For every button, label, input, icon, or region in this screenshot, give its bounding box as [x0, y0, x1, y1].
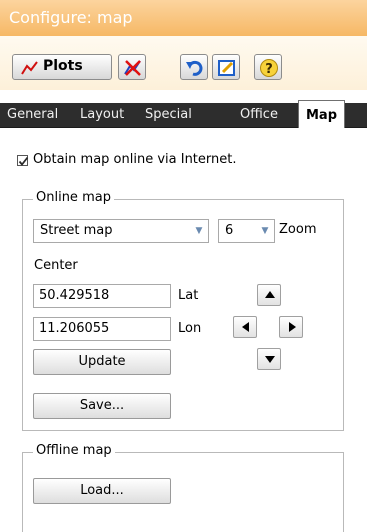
pan-up-button[interactable]	[257, 284, 281, 306]
arrow-up-icon	[265, 291, 275, 298]
remove-plot-icon	[124, 60, 141, 76]
lon-label: Lon	[178, 321, 202, 336]
undo-button[interactable]	[180, 54, 208, 80]
edit-icon	[218, 60, 235, 76]
tab-special[interactable]: Special	[145, 103, 192, 127]
plots-button[interactable]: Plots	[12, 54, 112, 80]
latitude-input[interactable]: 50.429518	[33, 284, 171, 308]
toolbar: Plots ?	[0, 36, 367, 90]
center-label: Center	[34, 258, 78, 273]
online-map-legend: Online map	[33, 190, 114, 205]
chevron-down-icon: ▼	[256, 220, 274, 242]
offline-map-legend: Offline map	[33, 443, 115, 458]
tab-map[interactable]: Map	[298, 100, 346, 128]
pan-down-button[interactable]	[257, 348, 281, 370]
edit-button[interactable]	[212, 54, 240, 80]
longitude-input[interactable]: 11.206055	[33, 317, 171, 341]
map-type-select[interactable]: Street map ▼	[33, 219, 209, 243]
pan-left-button[interactable]	[233, 316, 257, 338]
chart-line-icon	[21, 61, 38, 75]
pan-right-button[interactable]	[279, 316, 303, 338]
arrow-right-icon	[289, 322, 296, 332]
remove-plot-button[interactable]	[118, 54, 146, 80]
online-map-checkbox[interactable]	[17, 155, 29, 166]
undo-icon	[186, 60, 203, 76]
load-button[interactable]: Load...	[33, 478, 171, 504]
help-button[interactable]: ?	[254, 54, 282, 80]
chevron-down-icon: ▼	[190, 220, 208, 242]
help-icon: ?	[260, 59, 278, 77]
lat-label: Lat	[178, 288, 199, 303]
update-button[interactable]: Update	[33, 349, 171, 375]
map-type-value: Street map	[40, 223, 113, 238]
tab-general[interactable]: General	[7, 103, 58, 127]
plots-button-label: Plots	[43, 58, 83, 74]
tab-strip: General Layout Special Office Map	[0, 100, 367, 128]
arrow-down-icon	[265, 356, 275, 363]
online-map-group: Online map Street map ▼ 6 ▼ Zoom Center …	[22, 190, 344, 431]
zoom-label: Zoom	[279, 222, 317, 237]
svg-text:?: ?	[265, 62, 273, 77]
tab-office[interactable]: Office	[240, 103, 278, 127]
offline-map-group: Offline map Load...	[22, 443, 344, 532]
save-button[interactable]: Save...	[33, 393, 171, 419]
window-title-bar: Configure: map	[0, 0, 367, 36]
tab-layout[interactable]: Layout	[80, 103, 124, 127]
zoom-select[interactable]: 6 ▼	[218, 219, 275, 243]
zoom-value: 6	[225, 223, 234, 238]
arrow-left-icon	[242, 322, 249, 332]
online-map-checkbox-label: Obtain map online via Internet.	[33, 152, 237, 167]
checkmark-icon	[18, 156, 29, 166]
window-title: Configure: map	[9, 8, 133, 27]
